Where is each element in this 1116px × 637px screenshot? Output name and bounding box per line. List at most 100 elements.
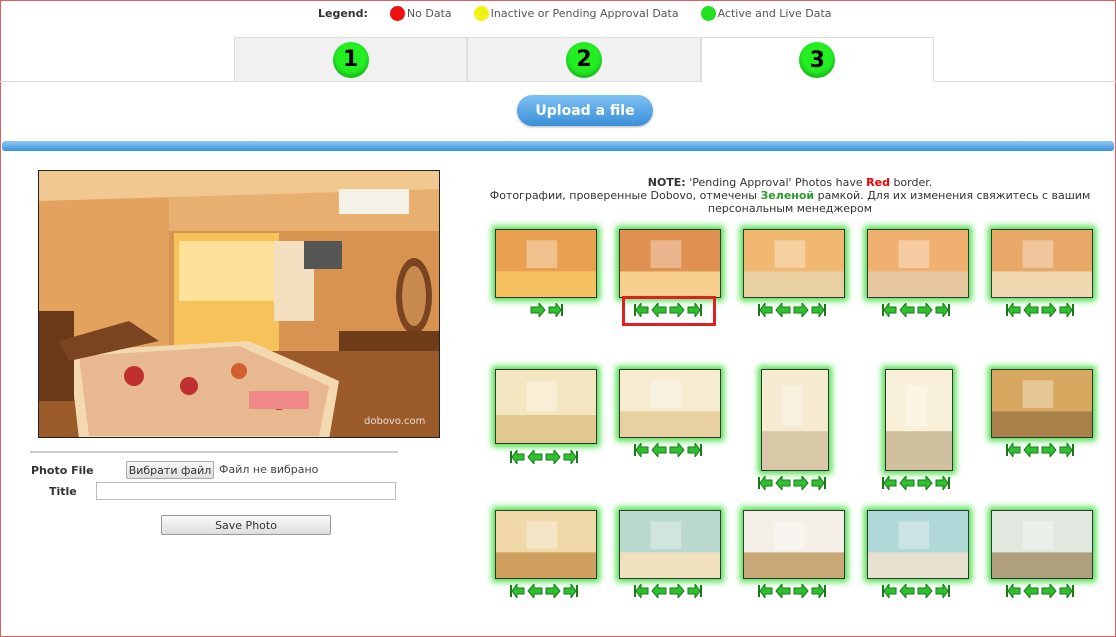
move-last-arrow-icon[interactable] (1059, 584, 1075, 598)
move-left-arrow-icon[interactable] (651, 584, 667, 598)
move-right-arrow-icon[interactable] (917, 476, 933, 490)
move-last-arrow-icon[interactable] (1059, 443, 1075, 457)
reorder-arrows (1005, 303, 1075, 317)
move-last-arrow-icon[interactable] (935, 584, 951, 598)
move-last-arrow-icon[interactable] (811, 476, 827, 490)
legend-title: Legend: (318, 7, 368, 20)
note-text: border. (889, 176, 933, 189)
red-dot-icon (389, 6, 405, 21)
move-right-arrow-icon[interactable] (669, 443, 685, 457)
photo-thumbnail[interactable] (495, 510, 597, 579)
move-right-arrow-icon[interactable] (1041, 303, 1057, 317)
move-last-arrow-icon[interactable] (935, 476, 951, 490)
move-left-arrow-icon[interactable] (527, 450, 543, 464)
photo-thumbnail[interactable] (495, 229, 597, 298)
tab-step-1[interactable]: 1 (234, 38, 468, 82)
reorder-arrows (1005, 584, 1075, 598)
photo-thumbnail[interactable] (619, 510, 721, 579)
note-text-ru: Фотографии, проверенные Dobovo, отмечены (489, 189, 761, 202)
choose-file-button[interactable]: Вибрати файл (126, 461, 214, 479)
move-right-arrow-icon[interactable] (1041, 443, 1057, 457)
divider (30, 451, 398, 453)
move-right-arrow-icon[interactable] (793, 303, 809, 317)
move-right-arrow-icon[interactable] (530, 303, 546, 317)
move-left-arrow-icon[interactable] (1023, 443, 1039, 457)
move-first-arrow-icon[interactable] (633, 584, 649, 598)
main-photo: dobovo.com (38, 170, 440, 438)
move-right-arrow-icon[interactable] (793, 476, 809, 490)
move-left-arrow-icon[interactable] (899, 303, 915, 317)
legend-label: Inactive or Pending Approval Data (490, 7, 679, 20)
move-left-arrow-icon[interactable] (899, 584, 915, 598)
move-first-arrow-icon[interactable] (1005, 443, 1021, 457)
move-right-arrow-icon[interactable] (669, 584, 685, 598)
move-left-arrow-icon[interactable] (651, 443, 667, 457)
reorder-arrows (881, 476, 951, 490)
move-last-arrow-icon[interactable] (548, 303, 564, 317)
move-left-arrow-icon[interactable] (775, 476, 791, 490)
yellow-dot-icon (473, 6, 489, 21)
move-first-arrow-icon[interactable] (1005, 584, 1021, 598)
photo-thumbnail[interactable] (885, 369, 953, 471)
photo-thumbnail[interactable] (991, 369, 1093, 438)
photo-thumbnail[interactable] (619, 369, 721, 438)
move-right-arrow-icon[interactable] (917, 303, 933, 317)
tab-step-2[interactable]: 2 (467, 38, 701, 82)
move-first-arrow-icon[interactable] (509, 450, 525, 464)
photo-file-label: Photo File (31, 464, 94, 477)
legend: Legend: No Data Inactive or Pending Appr… (318, 6, 854, 21)
note-red-word: Red (866, 176, 890, 189)
save-photo-button[interactable]: Save Photo (161, 515, 331, 535)
photo-thumbnail[interactable] (743, 510, 845, 579)
file-status: Файл не вибрано (219, 463, 319, 476)
move-first-arrow-icon[interactable] (1005, 303, 1021, 317)
move-last-arrow-icon[interactable] (687, 443, 703, 457)
move-first-arrow-icon[interactable] (881, 584, 897, 598)
step-tabs: 1 2 3 (234, 37, 934, 82)
photo-thumbnail[interactable] (867, 510, 969, 579)
photo-thumbnail[interactable] (743, 229, 845, 298)
reorder-arrows (757, 584, 827, 598)
move-first-arrow-icon[interactable] (757, 584, 773, 598)
move-last-arrow-icon[interactable] (687, 584, 703, 598)
photo-thumbnail[interactable] (991, 510, 1093, 579)
move-first-arrow-icon[interactable] (633, 443, 649, 457)
step-badge: 3 (799, 42, 836, 78)
photo-thumbnail[interactable] (991, 229, 1093, 298)
reorder-arrows (509, 450, 579, 464)
move-right-arrow-icon[interactable] (545, 450, 561, 464)
move-left-arrow-icon[interactable] (1023, 584, 1039, 598)
move-first-arrow-icon[interactable] (757, 303, 773, 317)
move-left-arrow-icon[interactable] (775, 303, 791, 317)
move-left-arrow-icon[interactable] (899, 476, 915, 490)
move-last-arrow-icon[interactable] (935, 303, 951, 317)
move-first-arrow-icon[interactable] (509, 584, 525, 598)
title-input[interactable] (96, 482, 396, 500)
move-left-arrow-icon[interactable] (527, 584, 543, 598)
reorder-arrows (1005, 443, 1075, 457)
move-right-arrow-icon[interactable] (793, 584, 809, 598)
photo-thumbnail[interactable] (867, 229, 969, 298)
move-right-arrow-icon[interactable] (917, 584, 933, 598)
title-label: Title (49, 485, 77, 498)
move-last-arrow-icon[interactable] (811, 584, 827, 598)
move-right-arrow-icon[interactable] (1041, 584, 1057, 598)
move-last-arrow-icon[interactable] (811, 303, 827, 317)
move-last-arrow-icon[interactable] (563, 584, 579, 598)
upload-file-button[interactable]: Upload a file (517, 95, 653, 126)
move-first-arrow-icon[interactable] (881, 303, 897, 317)
reorder-arrows (509, 584, 579, 598)
move-first-arrow-icon[interactable] (757, 476, 773, 490)
photo-thumbnail[interactable] (495, 369, 597, 444)
move-left-arrow-icon[interactable] (775, 584, 791, 598)
photo-thumbnail[interactable] (619, 229, 721, 298)
note-green-word: Зеленой (760, 189, 815, 202)
reorder-arrows (881, 584, 951, 598)
move-first-arrow-icon[interactable] (881, 476, 897, 490)
move-last-arrow-icon[interactable] (563, 450, 579, 464)
photo-thumbnail[interactable] (761, 369, 829, 471)
move-last-arrow-icon[interactable] (1059, 303, 1075, 317)
move-left-arrow-icon[interactable] (1023, 303, 1039, 317)
tab-step-3[interactable]: 3 (700, 38, 934, 82)
move-right-arrow-icon[interactable] (545, 584, 561, 598)
